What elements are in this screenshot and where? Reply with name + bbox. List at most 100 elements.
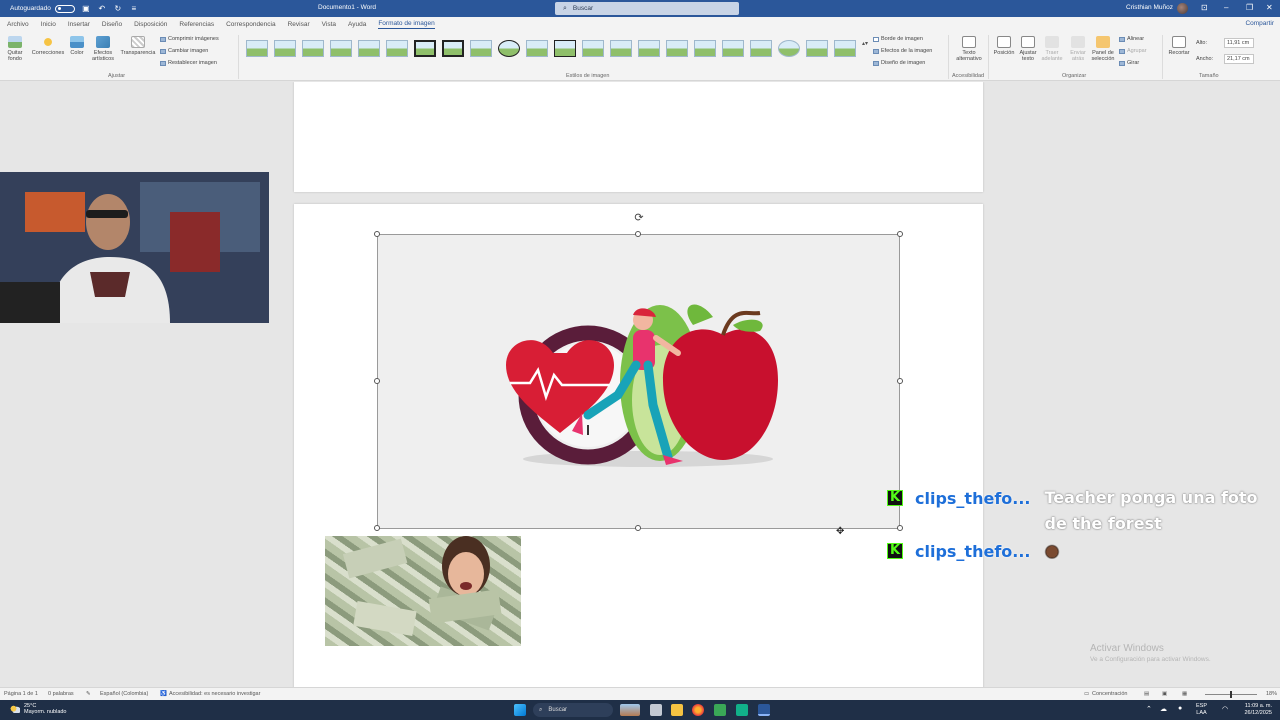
selected-picture[interactable] <box>377 234 900 529</box>
undo-icon[interactable]: ↶ <box>97 4 107 14</box>
picture-style-6[interactable] <box>386 40 408 57</box>
maximize-icon[interactable]: ❐ <box>1246 3 1253 12</box>
picture-style-19[interactable] <box>750 40 772 57</box>
resize-handle-w[interactable] <box>374 378 380 384</box>
zoom-slider-thumb[interactable] <box>1230 691 1232 698</box>
store-icon[interactable] <box>714 704 726 716</box>
save-icon[interactable]: ▣ <box>81 4 91 14</box>
picture-style-22[interactable] <box>834 40 856 57</box>
picture-style-3[interactable] <box>302 40 324 57</box>
minimize-icon[interactable]: – <box>1224 3 1228 12</box>
resize-handle-ne[interactable] <box>897 231 903 237</box>
bring-forward-button[interactable]: Traer adelante <box>1040 36 1064 62</box>
customize-qat-icon[interactable]: ≡ <box>129 4 139 14</box>
position-button[interactable]: Posición <box>992 36 1016 56</box>
selection-pane-button[interactable]: Panel de selección <box>1090 36 1116 62</box>
taskbar-search[interactable]: ⌕ Buscar <box>533 703 613 717</box>
focus-mode[interactable]: Concentración <box>1092 691 1127 697</box>
resize-handle-sw[interactable] <box>374 525 380 531</box>
mic-tray-icon[interactable]: ● <box>1178 705 1182 712</box>
wrap-text-button[interactable]: Ajustar texto <box>1016 36 1040 62</box>
picture-style-15[interactable] <box>638 40 660 57</box>
search-input[interactable]: ⌕ Buscar <box>555 2 739 15</box>
file-explorer-icon[interactable] <box>671 704 683 716</box>
language-indicator[interactable]: ESP LAA <box>1196 703 1207 717</box>
picture-style-11[interactable] <box>526 40 548 57</box>
color-button[interactable]: Color <box>68 36 86 56</box>
rotate-handle-icon[interactable]: ⟳ <box>633 212 645 224</box>
app-icon[interactable] <box>736 704 748 716</box>
remove-background-button[interactable]: Quitar fondo <box>4 36 26 62</box>
tab-diseno[interactable]: Diseño <box>102 21 122 28</box>
read-mode-icon[interactable]: ▤ <box>1144 691 1149 697</box>
group-button[interactable]: Agrupar <box>1119 48 1147 54</box>
share-button[interactable]: Compartir <box>1245 20 1274 27</box>
reset-image-button[interactable]: Restablecer imagen <box>160 60 217 66</box>
picture-style-17[interactable] <box>694 40 716 57</box>
picture-style-21[interactable] <box>806 40 828 57</box>
tab-ayuda[interactable]: Ayuda <box>348 21 366 28</box>
tab-disposicion[interactable]: Disposición <box>134 21 167 28</box>
crop-button[interactable]: Recortar <box>1166 36 1192 56</box>
ribbon-display-icon[interactable]: ⊡ <box>1201 3 1208 12</box>
transparency-button[interactable]: Transparencia <box>119 36 157 56</box>
picture-border-button[interactable]: Borde de imagen <box>873 36 923 42</box>
picture-style-9[interactable] <box>470 40 492 57</box>
height-field[interactable]: 11,91 cm <box>1224 38 1254 48</box>
widgets-icon[interactable] <box>620 704 640 716</box>
picture-style-16[interactable] <box>666 40 688 57</box>
picture-style-4[interactable] <box>330 40 352 57</box>
tab-correspondencia[interactable]: Correspondencia <box>226 21 276 28</box>
width-field[interactable]: 21,17 cm <box>1224 54 1254 64</box>
wifi-icon[interactable]: ◠ <box>1222 705 1228 713</box>
picture-style-2[interactable] <box>274 40 296 57</box>
alt-text-button[interactable]: Texto alternativo <box>954 36 984 62</box>
picture-style-14[interactable] <box>610 40 632 57</box>
avatar[interactable] <box>1177 3 1188 14</box>
rotate-button[interactable]: Girar <box>1119 60 1139 66</box>
picture-style-7[interactable] <box>414 40 436 57</box>
page-previous[interactable] <box>294 82 983 192</box>
redo-icon[interactable]: ↻ <box>113 4 123 14</box>
weather-widget[interactable]: 25°C Mayorm. nublado <box>10 703 67 715</box>
page-count[interactable]: Página 1 de 1 <box>4 691 38 697</box>
tab-referencias[interactable]: Referencias <box>179 21 214 28</box>
send-backward-button[interactable]: Enviar atrás <box>1066 36 1090 62</box>
resize-handle-e[interactable] <box>897 378 903 384</box>
language-status[interactable]: Español (Colombia) <box>100 691 148 697</box>
picture-style-10[interactable] <box>498 40 520 57</box>
tray-chevron-icon[interactable]: ⌃ <box>1146 705 1152 713</box>
artistic-effects-button[interactable]: Efectos artísticos <box>88 36 118 62</box>
compress-images-button[interactable]: Comprimir imágenes <box>160 36 219 42</box>
zoom-level[interactable]: 18% <box>1266 691 1277 697</box>
resize-handle-n[interactable] <box>635 231 641 237</box>
print-layout-icon[interactable]: ▣ <box>1162 691 1167 697</box>
tab-revisar[interactable]: Revisar <box>288 21 310 28</box>
accessibility-status[interactable]: Accesibilidad: es necesario investigar <box>169 691 260 697</box>
corrections-button[interactable]: Correcciones <box>28 36 68 56</box>
picture-style-12[interactable] <box>554 40 576 57</box>
tab-vista[interactable]: Vista <box>322 21 336 28</box>
close-icon[interactable]: ✕ <box>1266 3 1273 12</box>
autosave-toggle[interactable] <box>54 4 75 13</box>
picture-layout-button[interactable]: Diseño de imagen <box>873 60 925 66</box>
tab-insertar[interactable]: Insertar <box>68 21 90 28</box>
tab-inicio[interactable]: Inicio <box>41 21 56 28</box>
change-image-button[interactable]: Cambiar imagen <box>160 48 208 54</box>
document-canvas[interactable]: ⟳ ✥ K clips_thefo... Teacher ponga una f… <box>0 82 1280 687</box>
tab-formato-imagen[interactable]: Formato de imagen <box>378 20 435 29</box>
web-layout-icon[interactable]: ▦ <box>1182 691 1187 697</box>
word-count[interactable]: 0 palabras <box>48 691 74 697</box>
resize-handle-s[interactable] <box>635 525 641 531</box>
clock[interactable]: 11:09 a. m. 26/12/2025 <box>1244 703 1272 717</box>
task-view-icon[interactable] <box>650 704 662 716</box>
start-icon[interactable] <box>514 704 526 716</box>
resize-handle-nw[interactable] <box>374 231 380 237</box>
firefox-icon[interactable] <box>692 704 704 716</box>
picture-style-8[interactable] <box>442 40 464 57</box>
picture-style-18[interactable] <box>722 40 744 57</box>
tab-archivo[interactable]: Archivo <box>7 21 29 28</box>
word-icon[interactable] <box>758 704 770 716</box>
picture-style-5[interactable] <box>358 40 380 57</box>
autosave[interactable]: Autoguardado <box>10 4 75 13</box>
